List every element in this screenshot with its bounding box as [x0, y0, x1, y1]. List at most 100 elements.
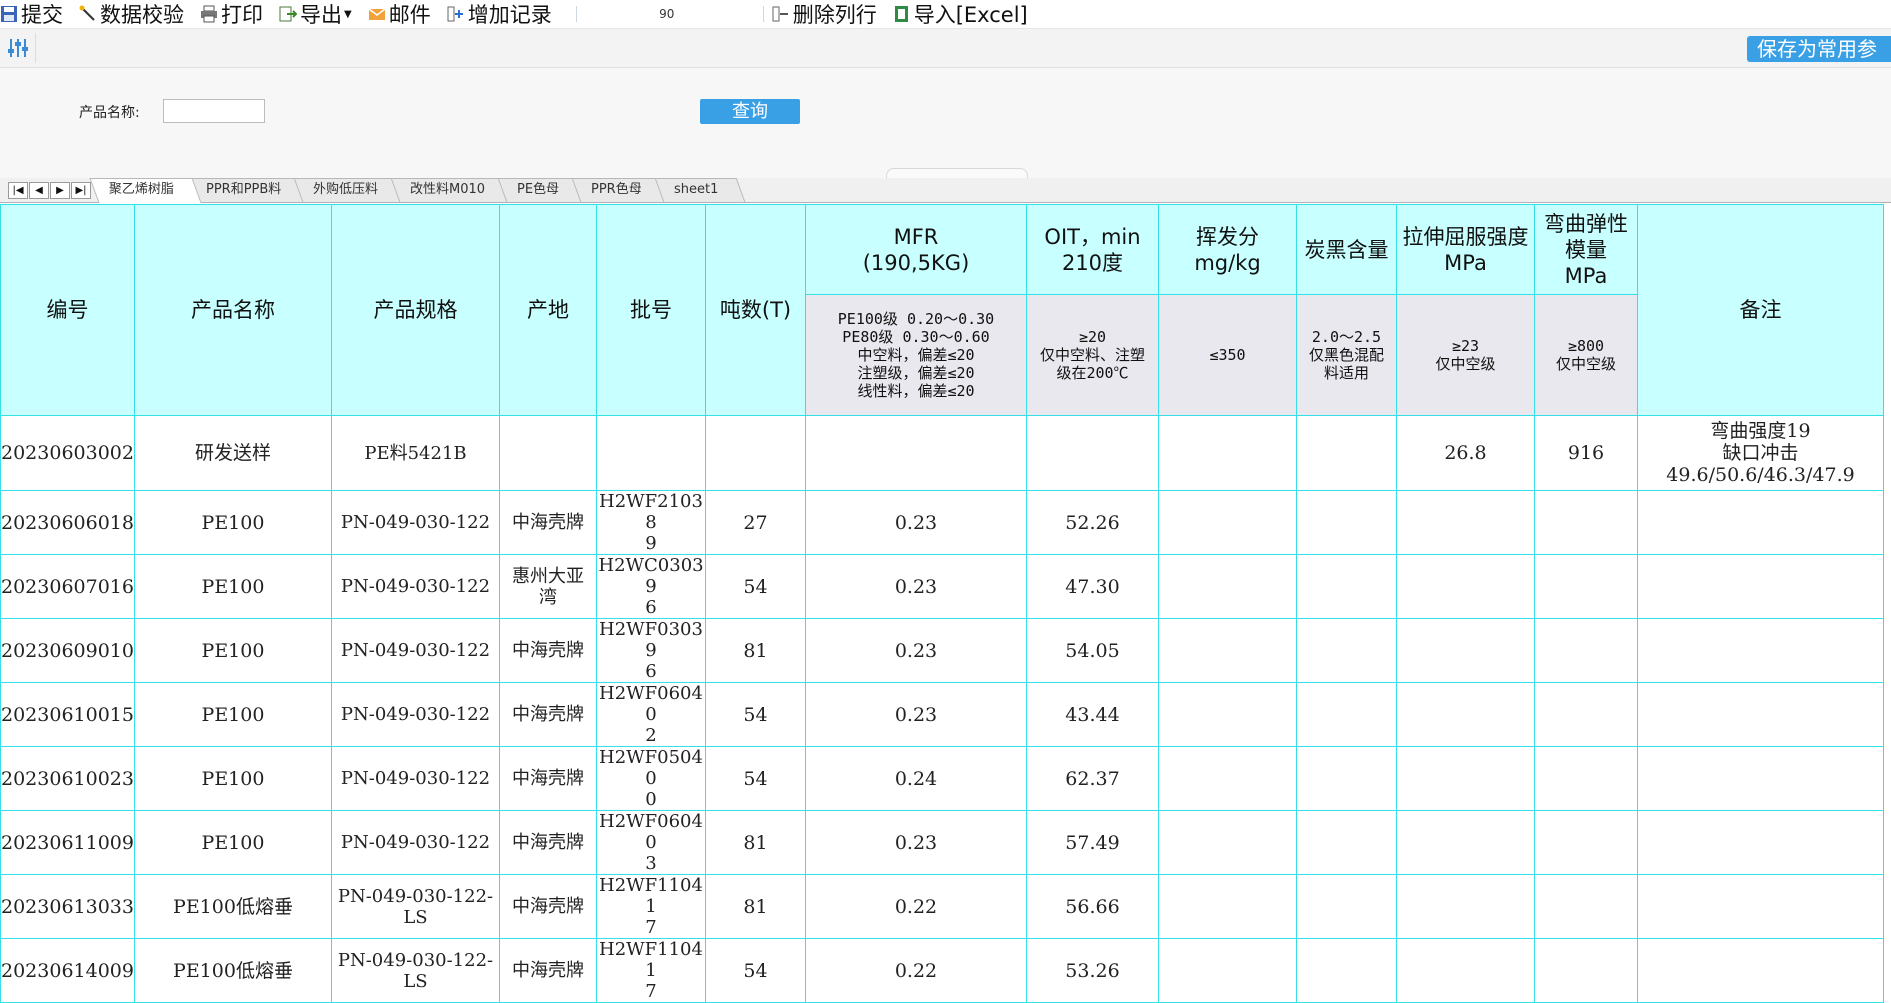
cell-id[interactable]: 20230606018 [0, 490, 135, 555]
cell-oit[interactable]: 62.37 [1026, 746, 1159, 811]
cell-mfr[interactable]: 0.22 [805, 938, 1027, 1003]
cell-id[interactable]: 20230610023 [0, 746, 135, 811]
cell-tensile[interactable] [1396, 810, 1535, 875]
export-button[interactable]: 导出 ▼ [279, 0, 352, 29]
cell-volatile[interactable] [1158, 874, 1297, 939]
header-product-name[interactable]: 产品名称 [134, 204, 332, 416]
cell-volatile[interactable] [1158, 682, 1297, 747]
cell-oit[interactable] [1026, 415, 1159, 491]
header-id[interactable]: 编号 [0, 204, 135, 416]
cell-origin[interactable]: 中海壳牌 [499, 490, 597, 555]
cell-oit[interactable]: 54.05 [1026, 618, 1159, 683]
cell-batch[interactable] [596, 415, 706, 491]
cell-spec[interactable]: PN-049-030-122 [331, 618, 500, 683]
cell-batch[interactable]: H2WF21038 9 [596, 490, 706, 555]
header-batch[interactable]: 批号 [596, 204, 706, 416]
cell-batch[interactable]: H2WF11041 7 [596, 874, 706, 939]
header-carbon[interactable]: 炭黑含量 [1296, 204, 1397, 295]
submit-button[interactable]: 提交 [0, 0, 63, 29]
table-row[interactable]: 20230610015 PE100 PN-049-030-122 中海壳牌 H2WF06… [0, 682, 1884, 747]
cell-flex[interactable] [1534, 682, 1638, 747]
cell-id[interactable]: 20230603002 [0, 415, 135, 491]
cell-volatile[interactable] [1158, 810, 1297, 875]
cell-tons[interactable]: 54 [705, 938, 806, 1003]
table-row[interactable]: 20230609010 PE100 PN-049-030-122 中海壳牌 H2WF03… [0, 618, 1884, 683]
save-common-params-button[interactable]: 保存为常用参 [1747, 36, 1891, 62]
cell-spec[interactable]: PN-049-030-122 [331, 746, 500, 811]
header-tensile[interactable]: 拉伸屈服强度 MPa [1396, 204, 1535, 295]
print-button[interactable]: 打印 [200, 0, 263, 29]
cell-product-name[interactable]: PE100 [134, 810, 332, 875]
sheet-tab[interactable]: PPR和PPB料 [186, 178, 309, 202]
cell-spec[interactable]: PN-049-030-122 [331, 490, 500, 555]
cell-id[interactable]: 20230607016 [0, 554, 135, 619]
cell-flex[interactable] [1534, 554, 1638, 619]
cell-oit[interactable]: 43.44 [1026, 682, 1159, 747]
cell-batch[interactable]: H2WF11041 7 [596, 938, 706, 1003]
cell-origin[interactable]: 中海壳牌 [499, 682, 597, 747]
cell-flex[interactable] [1534, 490, 1638, 555]
cell-carbon[interactable] [1296, 682, 1397, 747]
cell-carbon[interactable] [1296, 490, 1397, 555]
table-row[interactable]: 20230611009 PE100 PN-049-030-122 中海壳牌 H2WF06… [0, 810, 1884, 875]
cell-volatile[interactable] [1158, 415, 1297, 491]
cell-batch[interactable]: H2WF03039 6 [596, 618, 706, 683]
table-row[interactable]: 20230614009 PE100低熔垂 PN-049-030-122- LS 中海壳… [0, 938, 1884, 1003]
cell-origin[interactable]: 中海壳牌 [499, 746, 597, 811]
cell-tensile[interactable] [1396, 938, 1535, 1003]
header-tons[interactable]: 吨数(T) [705, 204, 806, 416]
header-origin[interactable]: 产地 [499, 204, 597, 416]
last-sheet-icon[interactable]: ▶| [71, 182, 91, 199]
cell-flex[interactable]: 916 [1534, 415, 1638, 491]
cell-origin[interactable]: 中海壳牌 [499, 810, 597, 875]
cell-oit[interactable]: 57.49 [1026, 810, 1159, 875]
sheet-tab[interactable]: sheet1 [654, 178, 746, 202]
cell-oit[interactable]: 56.66 [1026, 874, 1159, 939]
cell-id[interactable]: 20230613033 [0, 874, 135, 939]
cell-flex[interactable] [1534, 746, 1638, 811]
cell-mfr[interactable]: 0.23 [805, 810, 1027, 875]
validate-button[interactable]: 数据校验 [79, 0, 184, 29]
cell-product-name[interactable]: PE100 [134, 554, 332, 619]
cell-origin[interactable]: 中海壳牌 [499, 874, 597, 939]
cell-carbon[interactable] [1296, 810, 1397, 875]
cell-volatile[interactable] [1158, 490, 1297, 555]
header-mfr[interactable]: MFR (190,5KG) [805, 204, 1027, 295]
sliders-icon[interactable] [6, 37, 30, 59]
cell-mfr[interactable]: 0.23 [805, 554, 1027, 619]
cell-tensile[interactable] [1396, 874, 1535, 939]
cell-remark[interactable] [1637, 874, 1884, 939]
cell-product-name[interactable]: PE100 [134, 618, 332, 683]
table-row[interactable]: 20230606018 PE100 PN-049-030-122 中海壳牌 H2WF21… [0, 490, 1884, 555]
cell-volatile[interactable] [1158, 618, 1297, 683]
cell-flex[interactable] [1534, 938, 1638, 1003]
cell-flex[interactable] [1534, 810, 1638, 875]
cell-tons[interactable]: 54 [705, 746, 806, 811]
cell-batch[interactable]: H2WC03039 6 [596, 554, 706, 619]
cell-origin[interactable] [499, 415, 597, 491]
cell-volatile[interactable] [1158, 938, 1297, 1003]
header-remark[interactable]: 备注 [1637, 204, 1884, 416]
cell-oit[interactable]: 52.26 [1026, 490, 1159, 555]
table-row[interactable]: 20230613033 PE100低熔垂 PN-049-030-122- LS 中海壳… [0, 874, 1884, 939]
cell-mfr[interactable]: 0.23 [805, 618, 1027, 683]
cell-tensile[interactable] [1396, 682, 1535, 747]
cell-id[interactable]: 20230610015 [0, 682, 135, 747]
import-excel-button[interactable]: 导入[Excel] [893, 0, 1028, 29]
cell-tons[interactable]: 81 [705, 874, 806, 939]
cell-carbon[interactable] [1296, 554, 1397, 619]
cell-remark[interactable] [1637, 618, 1884, 683]
cell-product-name[interactable]: PE100 [134, 682, 332, 747]
cell-product-name[interactable]: PE100 [134, 746, 332, 811]
cell-carbon[interactable] [1296, 618, 1397, 683]
cell-spec[interactable]: PN-049-030-122 [331, 554, 500, 619]
table-row[interactable]: 20230610023 PE100 PN-049-030-122 中海壳牌 H2WF05… [0, 746, 1884, 811]
cell-spec[interactable]: PN-049-030-122- LS [331, 874, 500, 939]
cell-batch[interactable]: H2WF06040 2 [596, 682, 706, 747]
product-name-input[interactable] [163, 99, 265, 123]
cell-tons[interactable]: 27 [705, 490, 806, 555]
cell-oit[interactable]: 47.30 [1026, 554, 1159, 619]
cell-mfr[interactable]: 0.22 [805, 874, 1027, 939]
cell-spec[interactable]: PN-049-030-122 [331, 810, 500, 875]
cell-remark[interactable] [1637, 746, 1884, 811]
